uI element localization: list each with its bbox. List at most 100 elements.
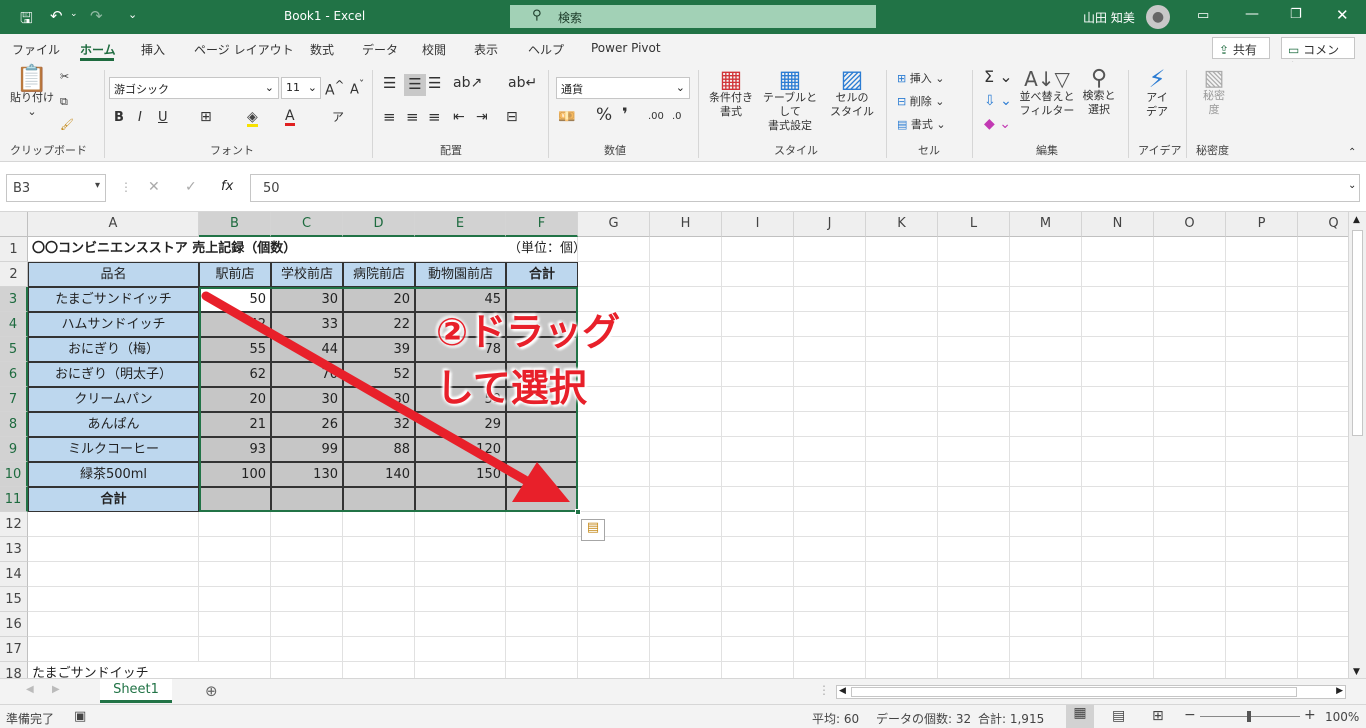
ribbon-display-icon[interactable]: ▭ [1197, 8, 1209, 23]
increase-font-icon[interactable]: A^ [325, 78, 344, 98]
cell[interactable] [578, 587, 650, 612]
tab-power-pivot[interactable]: Power Pivot [591, 41, 661, 55]
align-top-icon[interactable]: ☰ [383, 76, 396, 91]
value-cell[interactable]: 99 [271, 437, 343, 462]
cancel-formula-icon[interactable]: ✕ [148, 179, 160, 195]
cell[interactable] [650, 587, 722, 612]
cell[interactable] [1154, 262, 1226, 287]
cell[interactable] [1010, 337, 1082, 362]
cell[interactable] [1082, 462, 1154, 487]
scroll-right-icon[interactable]: ▶ [1336, 686, 1343, 696]
merge-center-icon[interactable]: ⊟ [506, 110, 518, 124]
cell[interactable] [1298, 487, 1348, 512]
cell[interactable] [578, 437, 650, 462]
row-header-3[interactable]: 3 [0, 287, 28, 312]
total-cell[interactable] [506, 462, 578, 487]
cell[interactable] [722, 637, 794, 662]
avatar[interactable]: ● [1146, 5, 1170, 29]
cell[interactable] [722, 412, 794, 437]
format-cells-button[interactable]: ▤ 書式 ⌄ [897, 118, 946, 132]
header-store-cell[interactable]: 病院前店 [343, 262, 415, 287]
row-header-8[interactable]: 8 [0, 412, 28, 437]
scroll-thumb[interactable] [1352, 230, 1363, 436]
value-cell[interactable]: 33 [271, 312, 343, 337]
cell[interactable] [1226, 562, 1298, 587]
cell[interactable] [28, 612, 199, 637]
cell[interactable] [1010, 437, 1082, 462]
cell[interactable] [1298, 362, 1348, 387]
cell[interactable] [938, 412, 1010, 437]
value-cell[interactable]: 21 [199, 412, 271, 437]
font-name-select[interactable]: 游ゴシック ⌄ [109, 77, 279, 99]
cell[interactable] [1010, 587, 1082, 612]
cell[interactable] [1226, 337, 1298, 362]
cell[interactable] [794, 412, 866, 437]
border-icon[interactable]: ⊞ [200, 110, 212, 124]
value-cell[interactable]: 44 [271, 337, 343, 362]
total-row-cell[interactable] [415, 487, 506, 512]
scroll-up-icon[interactable]: ▲ [1353, 215, 1360, 225]
cell[interactable] [1010, 412, 1082, 437]
cell[interactable] [1082, 537, 1154, 562]
total-row-cell[interactable] [199, 487, 271, 512]
cell[interactable] [1010, 462, 1082, 487]
cell[interactable] [199, 612, 271, 637]
cell[interactable] [199, 662, 271, 678]
cell[interactable] [650, 362, 722, 387]
column-header-c[interactable]: C [271, 212, 343, 237]
cell[interactable] [199, 637, 271, 662]
cell[interactable] [1226, 487, 1298, 512]
cell[interactable] [271, 537, 343, 562]
cell[interactable] [866, 537, 938, 562]
cell[interactable] [1154, 337, 1226, 362]
cell[interactable] [650, 612, 722, 637]
cell[interactable] [1226, 437, 1298, 462]
cell[interactable] [938, 637, 1010, 662]
cell[interactable] [866, 462, 938, 487]
value-cell[interactable]: 120 [415, 437, 506, 462]
value-cell[interactable]: 39 [343, 337, 415, 362]
cell[interactable] [722, 512, 794, 537]
cell[interactable] [1154, 587, 1226, 612]
cell[interactable] [1010, 637, 1082, 662]
cell[interactable] [722, 587, 794, 612]
cell[interactable] [866, 337, 938, 362]
cell[interactable] [1226, 387, 1298, 412]
italic-button[interactable]: I [138, 111, 142, 125]
scroll-left-icon[interactable]: ◀ [839, 686, 846, 696]
row-header-2[interactable]: 2 [0, 262, 28, 287]
cell[interactable] [1226, 287, 1298, 312]
cell[interactable] [199, 512, 271, 537]
cell[interactable] [1226, 637, 1298, 662]
cell[interactable] [506, 637, 578, 662]
active-cell[interactable]: 50 [199, 287, 271, 312]
cell[interactable] [938, 462, 1010, 487]
cell[interactable] [1154, 487, 1226, 512]
cell[interactable] [722, 437, 794, 462]
total-row-cell[interactable] [343, 487, 415, 512]
cell[interactable] [722, 237, 794, 262]
cell[interactable] [578, 637, 650, 662]
cell[interactable] [1154, 612, 1226, 637]
cell[interactable] [650, 312, 722, 337]
column-header-h[interactable]: H [650, 212, 722, 237]
restore-icon[interactable]: ❐ [1290, 7, 1302, 22]
cell[interactable] [650, 562, 722, 587]
cell[interactable] [343, 512, 415, 537]
cell[interactable] [415, 587, 506, 612]
value-cell[interactable]: 130 [271, 462, 343, 487]
cell[interactable] [722, 487, 794, 512]
cell[interactable] [794, 287, 866, 312]
cell[interactable] [794, 387, 866, 412]
row-header-6[interactable]: 6 [0, 362, 28, 387]
cell[interactable] [650, 287, 722, 312]
cell[interactable] [938, 387, 1010, 412]
find-select-button[interactable]: ⚲ 検索と 選択 [1078, 68, 1120, 117]
total-row-label-cell[interactable]: 合計 [28, 487, 199, 512]
cell[interactable] [199, 537, 271, 562]
cell[interactable] [578, 462, 650, 487]
delete-cells-button[interactable]: ⊟ 削除 ⌄ [897, 95, 944, 109]
cell[interactable] [28, 562, 199, 587]
row-header-12[interactable]: 12 [0, 512, 28, 537]
tab-view[interactable]: 表示 [474, 41, 498, 58]
